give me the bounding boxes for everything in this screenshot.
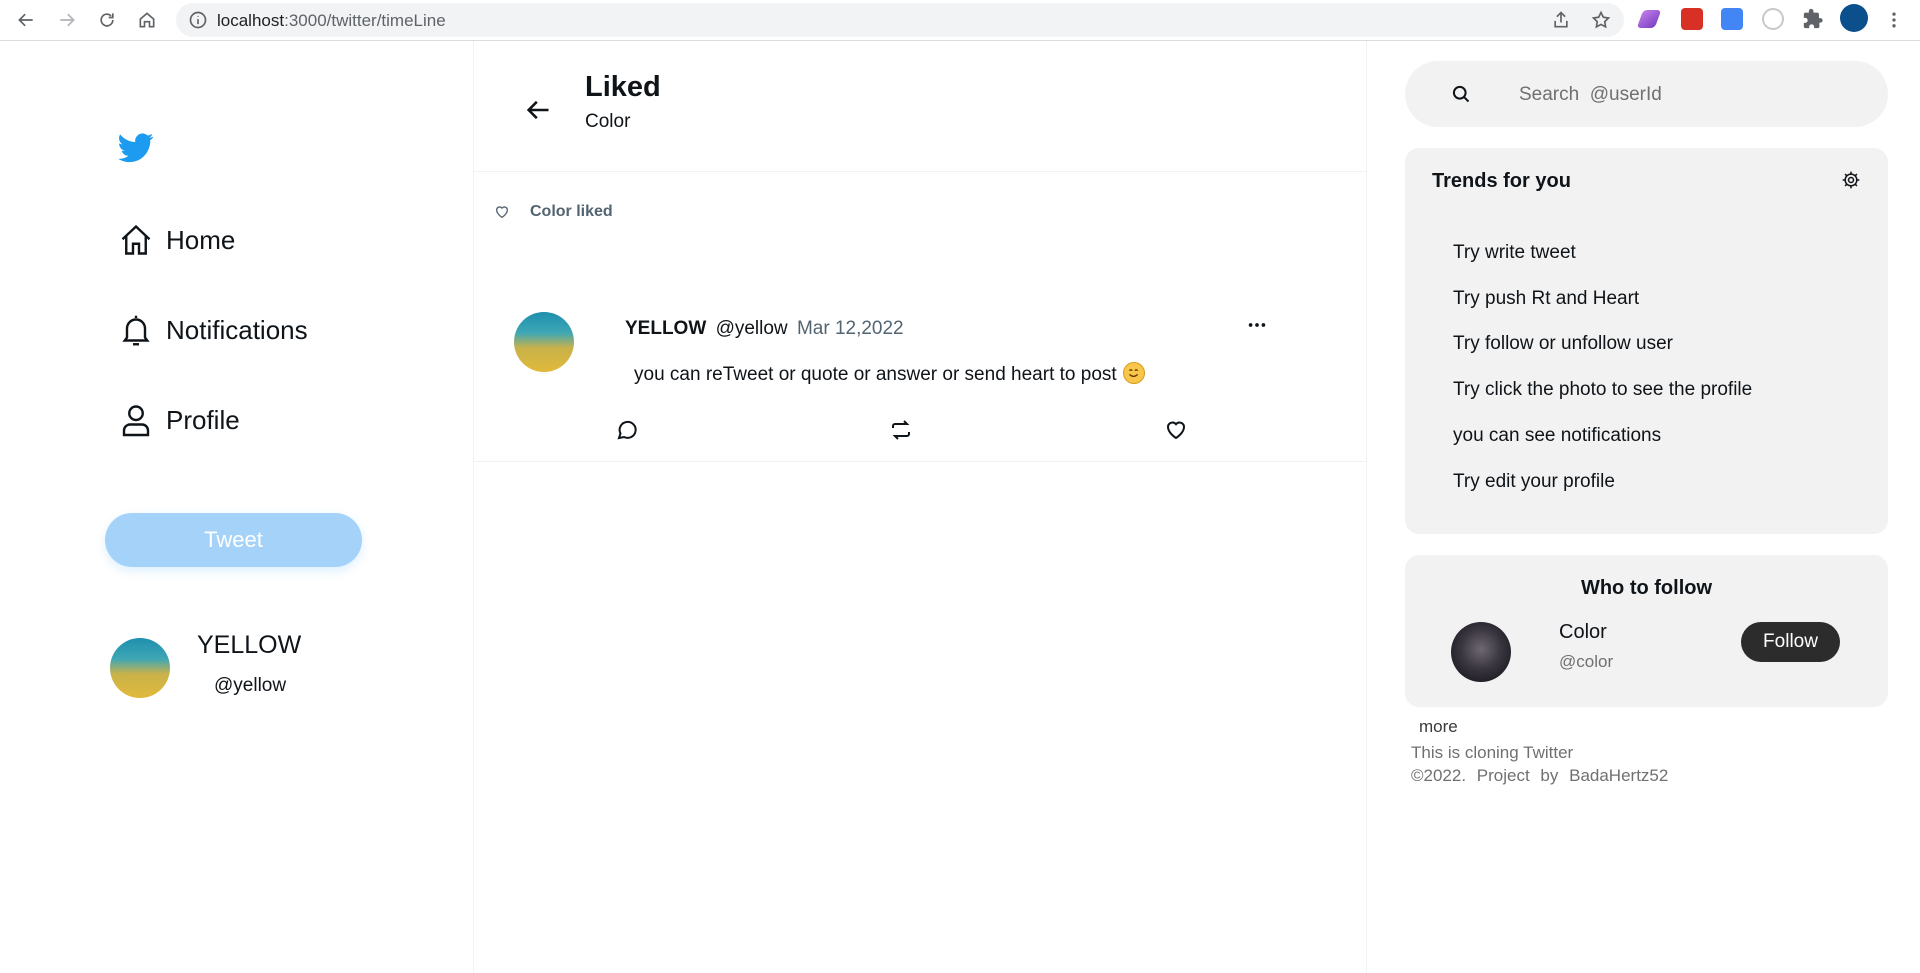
gear-icon[interactable]: [1841, 170, 1861, 190]
heart-icon: [495, 206, 509, 219]
nav-home[interactable]: Home: [118, 220, 235, 260]
liked-context: Color liked: [494, 203, 613, 221]
tweet-header: YELLOW @yellow Mar 12,2022: [625, 318, 904, 340]
trend-item[interactable]: Try follow or unfollow user: [1453, 333, 1673, 355]
smiling-emoji-icon: [1122, 362, 1145, 384]
retweet-icon[interactable]: [889, 418, 913, 442]
url-host: localhost: [217, 11, 285, 30]
tweet-author-avatar[interactable]: [514, 312, 574, 372]
trends-title: Trends for you: [1432, 170, 1571, 192]
nav-profile[interactable]: Profile: [118, 400, 240, 440]
left-sidebar: Home Notifications Profile Tweet YELLOW …: [0, 41, 473, 973]
nav-notifications-label: Notifications: [166, 314, 308, 345]
suggested-user-avatar[interactable]: [1451, 622, 1511, 682]
translate-extension-icon[interactable]: [1721, 8, 1743, 30]
extensions-puzzle-icon[interactable]: [1802, 8, 1824, 30]
footer-text: This is cloning Twitter: [1411, 743, 1574, 762]
current-user-avatar[interactable]: [110, 638, 170, 698]
more-link[interactable]: more: [1419, 717, 1458, 737]
home-page-icon[interactable]: [133, 6, 161, 34]
pen-extension-icon[interactable]: [1636, 10, 1662, 28]
home-icon: [121, 224, 151, 255]
current-user-name: YELLOW: [197, 631, 302, 659]
trend-item[interactable]: Try write tweet: [1453, 242, 1576, 264]
browser-toolbar: localhost:3000/twitter/timeLine: [0, 0, 1920, 41]
site-info-icon[interactable]: [188, 10, 208, 30]
suggested-user-handle: @color: [1559, 652, 1614, 671]
share-icon[interactable]: [1551, 10, 1571, 30]
circle-extension-icon[interactable]: [1762, 8, 1784, 30]
address-url: localhost:3000/twitter/timeLine: [217, 11, 446, 31]
back-arrow-icon[interactable]: [524, 96, 552, 124]
page-header: Liked Color: [474, 41, 1366, 172]
who-to-follow-panel: Who to follow Color @color Follow: [1405, 555, 1888, 707]
trend-item[interactable]: Try edit your profile: [1453, 471, 1615, 493]
twitter-logo-icon[interactable]: [118, 133, 154, 163]
search-box[interactable]: [1405, 61, 1888, 127]
bell-icon: [122, 315, 150, 346]
main-column: Liked Color Color liked YELLOW @yellow M…: [473, 41, 1367, 973]
browser-profile-avatar[interactable]: [1840, 4, 1868, 32]
like-heart-icon[interactable]: [1164, 418, 1188, 442]
page-title: Liked: [585, 71, 661, 103]
tweet-author-name[interactable]: YELLOW: [625, 318, 706, 339]
footer-copyright: ©2022. Project by BadaHertz52: [1411, 766, 1669, 785]
nav-profile-label: Profile: [166, 404, 240, 435]
tweet-text-content: you can reTweet or quote or answer or se…: [634, 364, 1117, 385]
tweet-button[interactable]: Tweet: [105, 513, 362, 567]
trend-item[interactable]: Try push Rt and Heart: [1453, 288, 1639, 310]
person-icon: [122, 405, 150, 437]
back-arrow-icon[interactable]: [12, 6, 40, 34]
liked-context-label: Color liked: [530, 203, 613, 220]
current-user-handle: @yellow: [214, 675, 287, 696]
page-subtitle: Color: [585, 111, 631, 132]
search-icon: [1452, 85, 1470, 103]
bookmark-star-icon[interactable]: [1591, 10, 1611, 30]
tweet-date: Mar 12,2022: [796, 318, 904, 339]
trend-item[interactable]: Try click the photo to see the profile: [1453, 379, 1752, 401]
address-bar[interactable]: localhost:3000/twitter/timeLine: [176, 3, 1624, 37]
who-to-follow-title: Who to follow: [1580, 577, 1713, 599]
trends-panel: Trends for you Try write tweet Try push …: [1405, 148, 1888, 534]
trend-item[interactable]: you can see notifications: [1453, 425, 1661, 447]
reload-icon[interactable]: [93, 6, 121, 34]
browser-menu-icon[interactable]: [1880, 6, 1908, 34]
more-options-icon[interactable]: [1246, 314, 1268, 336]
url-path: :3000/twitter/timeLine: [284, 11, 446, 30]
tweet-author-handle: @yellow: [715, 318, 788, 339]
nav-home-label: Home: [166, 224, 236, 255]
red-extension-icon[interactable]: [1681, 8, 1703, 30]
nav-notifications[interactable]: Notifications: [118, 310, 308, 350]
tweet-card[interactable]: Color liked YELLOW @yellow Mar 12,2022 y…: [474, 181, 1366, 462]
tweet-text: you can reTweet or quote or answer or se…: [634, 362, 1145, 386]
search-input[interactable]: [1517, 77, 1861, 113]
reply-icon[interactable]: [615, 418, 639, 442]
follow-button[interactable]: Follow: [1741, 622, 1840, 662]
suggested-user-name[interactable]: Color: [1559, 621, 1607, 644]
forward-arrow-icon[interactable]: [53, 6, 81, 34]
